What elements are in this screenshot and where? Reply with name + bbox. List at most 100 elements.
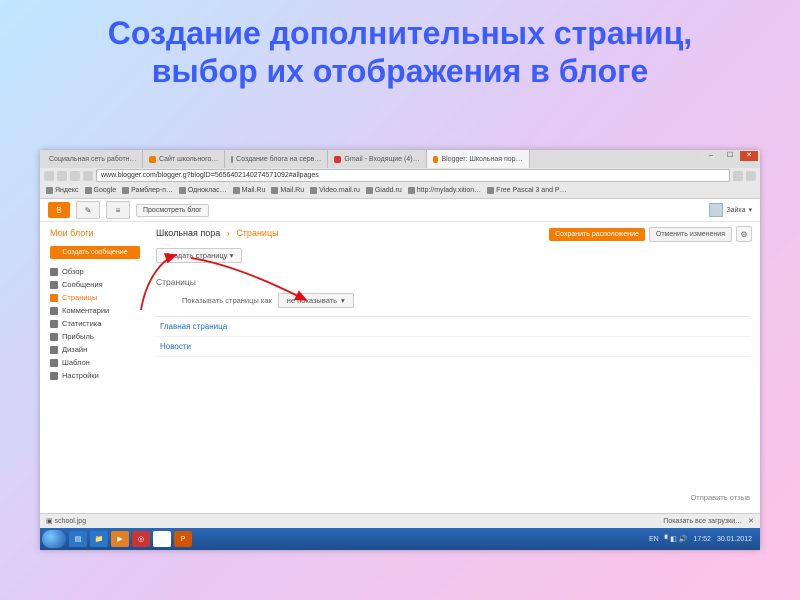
browser-tab[interactable]: Создание блога на серв… xyxy=(225,150,328,168)
sidebar-item-comments[interactable]: Комментарии xyxy=(50,304,140,317)
taskbar-media-icon[interactable]: ▶ xyxy=(111,531,129,547)
bookmark-item[interactable]: http://mylady.xition… xyxy=(408,187,481,194)
start-button[interactable] xyxy=(42,530,66,548)
sidebar: Мои блоги Создать сообщение Обзор Сообще… xyxy=(40,222,146,513)
taskbar-app-icon[interactable]: ◎ xyxy=(132,531,150,547)
browser-tab[interactable]: Gmail - Входящие (4)… xyxy=(328,150,426,168)
bookmark-item[interactable]: Mail.Ru xyxy=(233,187,266,194)
tray-date: 30.01.2012 xyxy=(717,536,752,543)
download-item[interactable]: ▣ school.jpg xyxy=(46,517,86,525)
blogger-home-button[interactable]: B xyxy=(48,202,70,218)
favicon-icon xyxy=(334,156,341,163)
taskbar-explorer-icon[interactable]: ▤ xyxy=(69,531,87,547)
earnings-icon xyxy=(50,333,58,341)
browser-tab-active[interactable]: Blogger: Школьная пор… xyxy=(427,150,530,168)
bookmark-icon xyxy=(233,187,240,194)
close-button[interactable]: ✕ xyxy=(740,151,758,161)
bookmark-item[interactable]: Giadd.ru xyxy=(366,187,402,194)
compose-button[interactable]: ✎ xyxy=(76,201,100,219)
browser-tabs: Социальная сеть работн… Сайт школьного… … xyxy=(40,150,760,168)
show-pages-dropdown[interactable]: не показывать▾ xyxy=(278,293,354,308)
sidebar-item-layout[interactable]: Дизайн xyxy=(50,343,140,356)
slide-title: Создание дополнительных страниц, выбор и… xyxy=(0,0,800,103)
blogger-app: B ✎ ≡ Просмотреть блог Зайка ▾ Мои блоги… xyxy=(40,199,760,528)
gear-icon: ⚙ xyxy=(740,230,747,239)
sidebar-item-template[interactable]: Шаблон xyxy=(50,356,140,369)
page-row[interactable]: Новости xyxy=(156,337,750,357)
page-row[interactable]: Главная страница xyxy=(156,317,750,337)
my-blogs-link[interactable]: Мои блоги xyxy=(50,228,140,238)
sidebar-item-earnings[interactable]: Прибыль xyxy=(50,330,140,343)
browser-window: – ☐ ✕ Социальная сеть работн… Сайт школь… xyxy=(40,150,760,550)
chevron-down-icon: ▾ xyxy=(748,206,752,214)
bookmark-icon xyxy=(46,187,53,194)
sidebar-item-overview[interactable]: Обзор xyxy=(50,265,140,278)
sidebar-item-settings[interactable]: Настройки xyxy=(50,369,140,382)
bookmark-icon xyxy=(179,187,186,194)
forward-button[interactable] xyxy=(57,171,67,181)
maximize-button[interactable]: ☐ xyxy=(721,151,739,161)
bookmark-item[interactable]: Google xyxy=(85,187,117,194)
bookmark-item[interactable]: Mail.Ru xyxy=(271,187,304,194)
windows-taskbar: ▤ 📁 ▶ ◎ ◉ P EN ▘◧ 🔊 17:52 30.01.2012 xyxy=(40,528,760,550)
feedback-link[interactable]: Отправить отзыв xyxy=(690,493,750,502)
layout-icon xyxy=(50,346,58,354)
taskbar-powerpoint-icon[interactable]: P xyxy=(174,531,192,547)
address-bar[interactable]: www.blogger.com/blogger.g?blogID=5656402… xyxy=(96,169,730,182)
blogger-topbar: B ✎ ≡ Просмотреть блог Зайка ▾ xyxy=(40,199,760,222)
pages-icon xyxy=(50,294,58,302)
bookmark-item[interactable]: Рамблер-п… xyxy=(122,187,173,194)
reload-button[interactable] xyxy=(70,171,80,181)
bookmark-icon xyxy=(85,187,92,194)
posts-list-button[interactable]: ≡ xyxy=(106,201,130,219)
new-page-button[interactable]: Создать страницу ▾ xyxy=(156,248,242,263)
bookmark-icon xyxy=(310,187,317,194)
bookmark-icon xyxy=(487,187,494,194)
browser-chrome: Социальная сеть работн… Сайт школьного… … xyxy=(40,150,760,199)
blog-name: Школьная пора xyxy=(156,228,220,238)
browser-tab[interactable]: Сайт школьного… xyxy=(143,150,225,168)
window-controls: – ☐ ✕ xyxy=(702,151,758,161)
gear-button[interactable]: ⚙ xyxy=(736,226,752,242)
show-all-downloads[interactable]: Показать все загрузки… xyxy=(663,518,742,525)
browser-tab[interactable]: Социальная сеть работн… xyxy=(40,150,143,168)
sidebar-item-pages[interactable]: Страницы xyxy=(50,291,140,304)
bookmark-item[interactable]: Яндекс xyxy=(46,187,79,194)
comments-icon xyxy=(50,307,58,315)
minimize-button[interactable]: – xyxy=(702,151,720,161)
favicon-icon xyxy=(231,156,233,163)
bookmark-item[interactable]: Video.mail.ru xyxy=(310,187,360,194)
username: Зайка xyxy=(726,207,745,214)
sidebar-item-stats[interactable]: Статистика xyxy=(50,317,140,330)
save-arrangement-button[interactable]: Сохранить расположение xyxy=(549,228,645,241)
favicon-icon xyxy=(433,156,439,163)
new-post-button[interactable]: Создать сообщение xyxy=(50,246,140,259)
wrench-icon[interactable] xyxy=(746,171,756,181)
cancel-button[interactable]: Отменить изменения xyxy=(649,227,732,242)
bookmark-item[interactable]: Одноклас… xyxy=(179,187,227,194)
blogger-icon: B xyxy=(56,206,61,215)
back-button[interactable] xyxy=(44,171,54,181)
address-bar-row: www.blogger.com/blogger.g?blogID=5656402… xyxy=(40,168,760,183)
chevron-down-icon: ▾ xyxy=(341,296,345,305)
bookmark-icon xyxy=(271,187,278,194)
overview-icon xyxy=(50,268,58,276)
bookmark-item[interactable]: Free Pascal 3 and P… xyxy=(487,187,566,194)
close-bar-icon[interactable]: ✕ xyxy=(748,517,754,525)
stats-icon xyxy=(50,320,58,328)
sidebar-item-posts[interactable]: Сообщения xyxy=(50,278,140,291)
view-blog-button[interactable]: Просмотреть блог xyxy=(136,204,209,217)
taskbar-folder-icon[interactable]: 📁 xyxy=(90,531,108,547)
taskbar-chrome-icon[interactable]: ◉ xyxy=(153,531,171,547)
avatar xyxy=(709,203,723,217)
chevron-down-icon: ▾ xyxy=(230,251,234,260)
tray-lang[interactable]: EN xyxy=(649,536,659,543)
bookmark-star-icon[interactable] xyxy=(733,171,743,181)
home-button[interactable] xyxy=(83,171,93,181)
user-menu[interactable]: Зайка ▾ xyxy=(709,203,752,217)
bookmark-icon xyxy=(366,187,373,194)
posts-icon xyxy=(50,281,58,289)
tray-icons[interactable]: ▘◧ 🔊 xyxy=(665,535,688,543)
main-panel: Школьная пора › Страницы Сохранить распо… xyxy=(146,222,760,513)
pages-heading: Страницы xyxy=(156,277,750,287)
